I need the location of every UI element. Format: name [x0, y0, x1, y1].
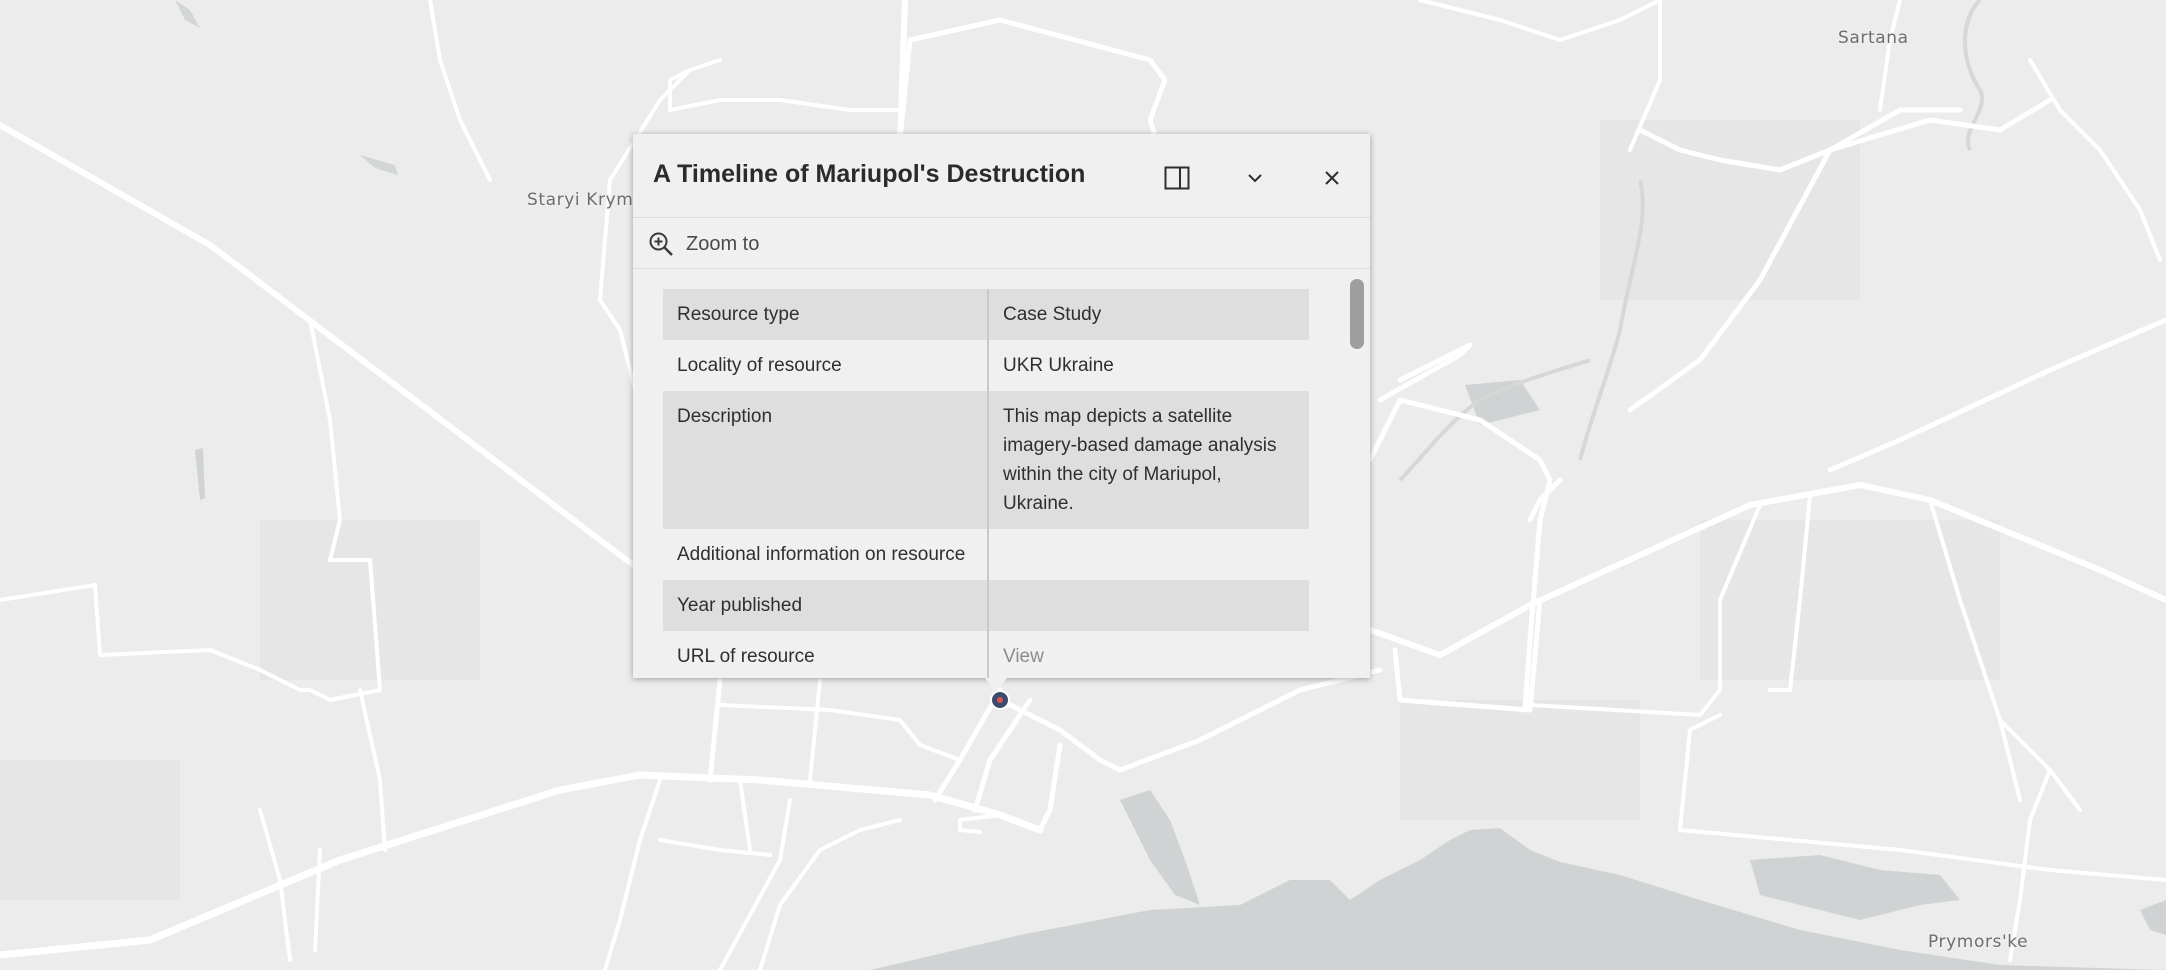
dock-side-icon [1164, 166, 1190, 190]
url-link[interactable]: View [988, 631, 1309, 678]
field-value: This map depicts a satellite imagery-bas… [988, 391, 1309, 529]
field-value: Case Study [988, 289, 1309, 340]
popup-header: A Timeline of Mariupol's Destruction [633, 134, 1370, 218]
zoom-to-button[interactable]: Zoom to [648, 230, 759, 258]
zoom-to-label: Zoom to [686, 232, 760, 255]
attribute-table: Resource type Case Study Locality of res… [663, 289, 1309, 678]
field-label: URL of resource [663, 631, 989, 678]
table-row: Additional information on resource [663, 529, 1309, 580]
popup-scrollbar[interactable] [1350, 279, 1364, 669]
zoom-in-icon [649, 232, 673, 256]
field-value [988, 529, 1309, 580]
popup-title: A Timeline of Mariupol's Destruction [653, 160, 1086, 188]
table-row: Locality of resource UKR Ukraine [663, 340, 1309, 391]
close-icon [1325, 171, 1339, 185]
field-label: Locality of resource [663, 340, 989, 391]
field-label: Description [663, 391, 989, 529]
field-label: Additional information on resource [663, 529, 989, 580]
chevron-down-icon [1248, 174, 1262, 183]
table-row: Year published [663, 580, 1309, 631]
close-button[interactable] [1310, 156, 1354, 200]
field-value: UKR Ukraine [1003, 355, 1114, 376]
dock-button[interactable] [1155, 156, 1199, 200]
field-value [988, 580, 1309, 631]
popup-pointer [985, 678, 1007, 692]
place-label-sartana: Sartana [1838, 28, 1909, 48]
scrollbar-thumb[interactable] [1350, 279, 1364, 349]
field-label: Year published [663, 580, 989, 631]
popup-actions: Zoom to [633, 218, 1370, 269]
popup-body[interactable]: Resource type Case Study Locality of res… [633, 269, 1370, 678]
collapse-button[interactable] [1233, 156, 1277, 200]
location-marker[interactable] [990, 690, 1010, 710]
table-row: Resource type Case Study [663, 289, 1309, 340]
field-label: Resource type [663, 289, 989, 340]
place-label-staryi-krym: Staryi Krym [527, 190, 634, 210]
place-label-prymorske: Prymors'ke [1928, 932, 2029, 952]
feature-popup: A Timeline of Mariupol's Destruction Zoo… [633, 134, 1370, 678]
table-row: Description This map depicts a satellite… [663, 391, 1309, 529]
table-row: URL of resource View [663, 631, 1309, 678]
